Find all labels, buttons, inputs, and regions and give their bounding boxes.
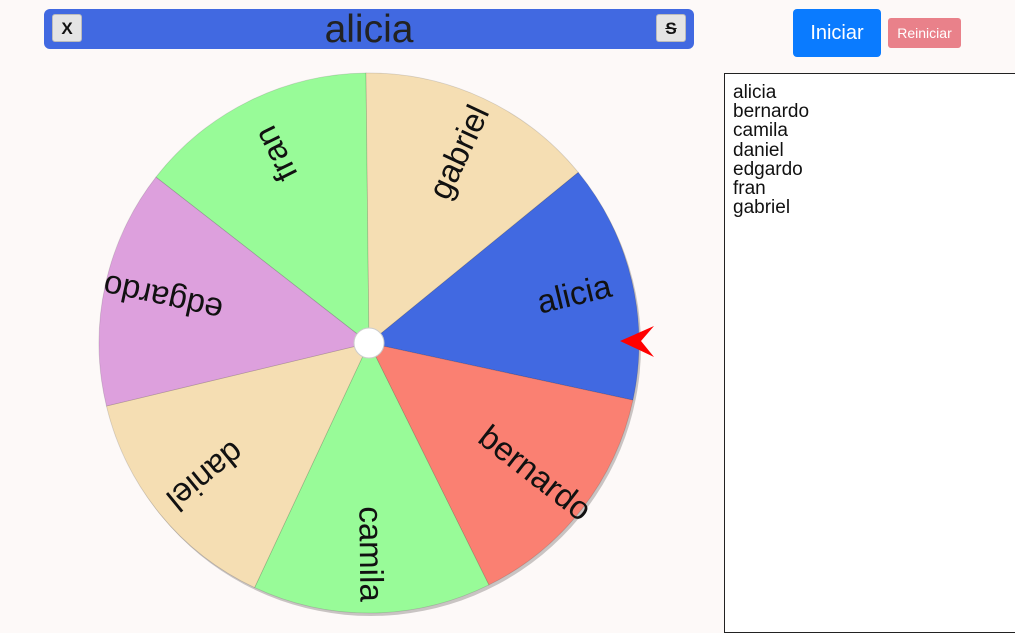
- reset-button[interactable]: Reiniciar: [888, 18, 961, 48]
- names-list-item: bernardo: [733, 101, 810, 123]
- start-button[interactable]: Iniciar: [793, 9, 881, 57]
- names-list-item: camila: [733, 120, 788, 142]
- names-list-item: gabriel: [733, 197, 791, 219]
- names-list-item: alicia: [733, 82, 777, 103]
- wheel-segment-label: camila: [352, 506, 390, 602]
- names-list[interactable]: alicia bernardo camila daniel edgardo fran gab…: [724, 73, 1015, 633]
- names-list-item: daniel: [733, 139, 784, 161]
- wheel-hub: [353, 327, 385, 359]
- names-list-item: edgardo: [733, 158, 803, 180]
- spin-wheel[interactable]: aliciabernardocamiladanieledgardofran gab…: [0, 0, 700, 623]
- names-list-item: fran: [733, 178, 766, 200]
